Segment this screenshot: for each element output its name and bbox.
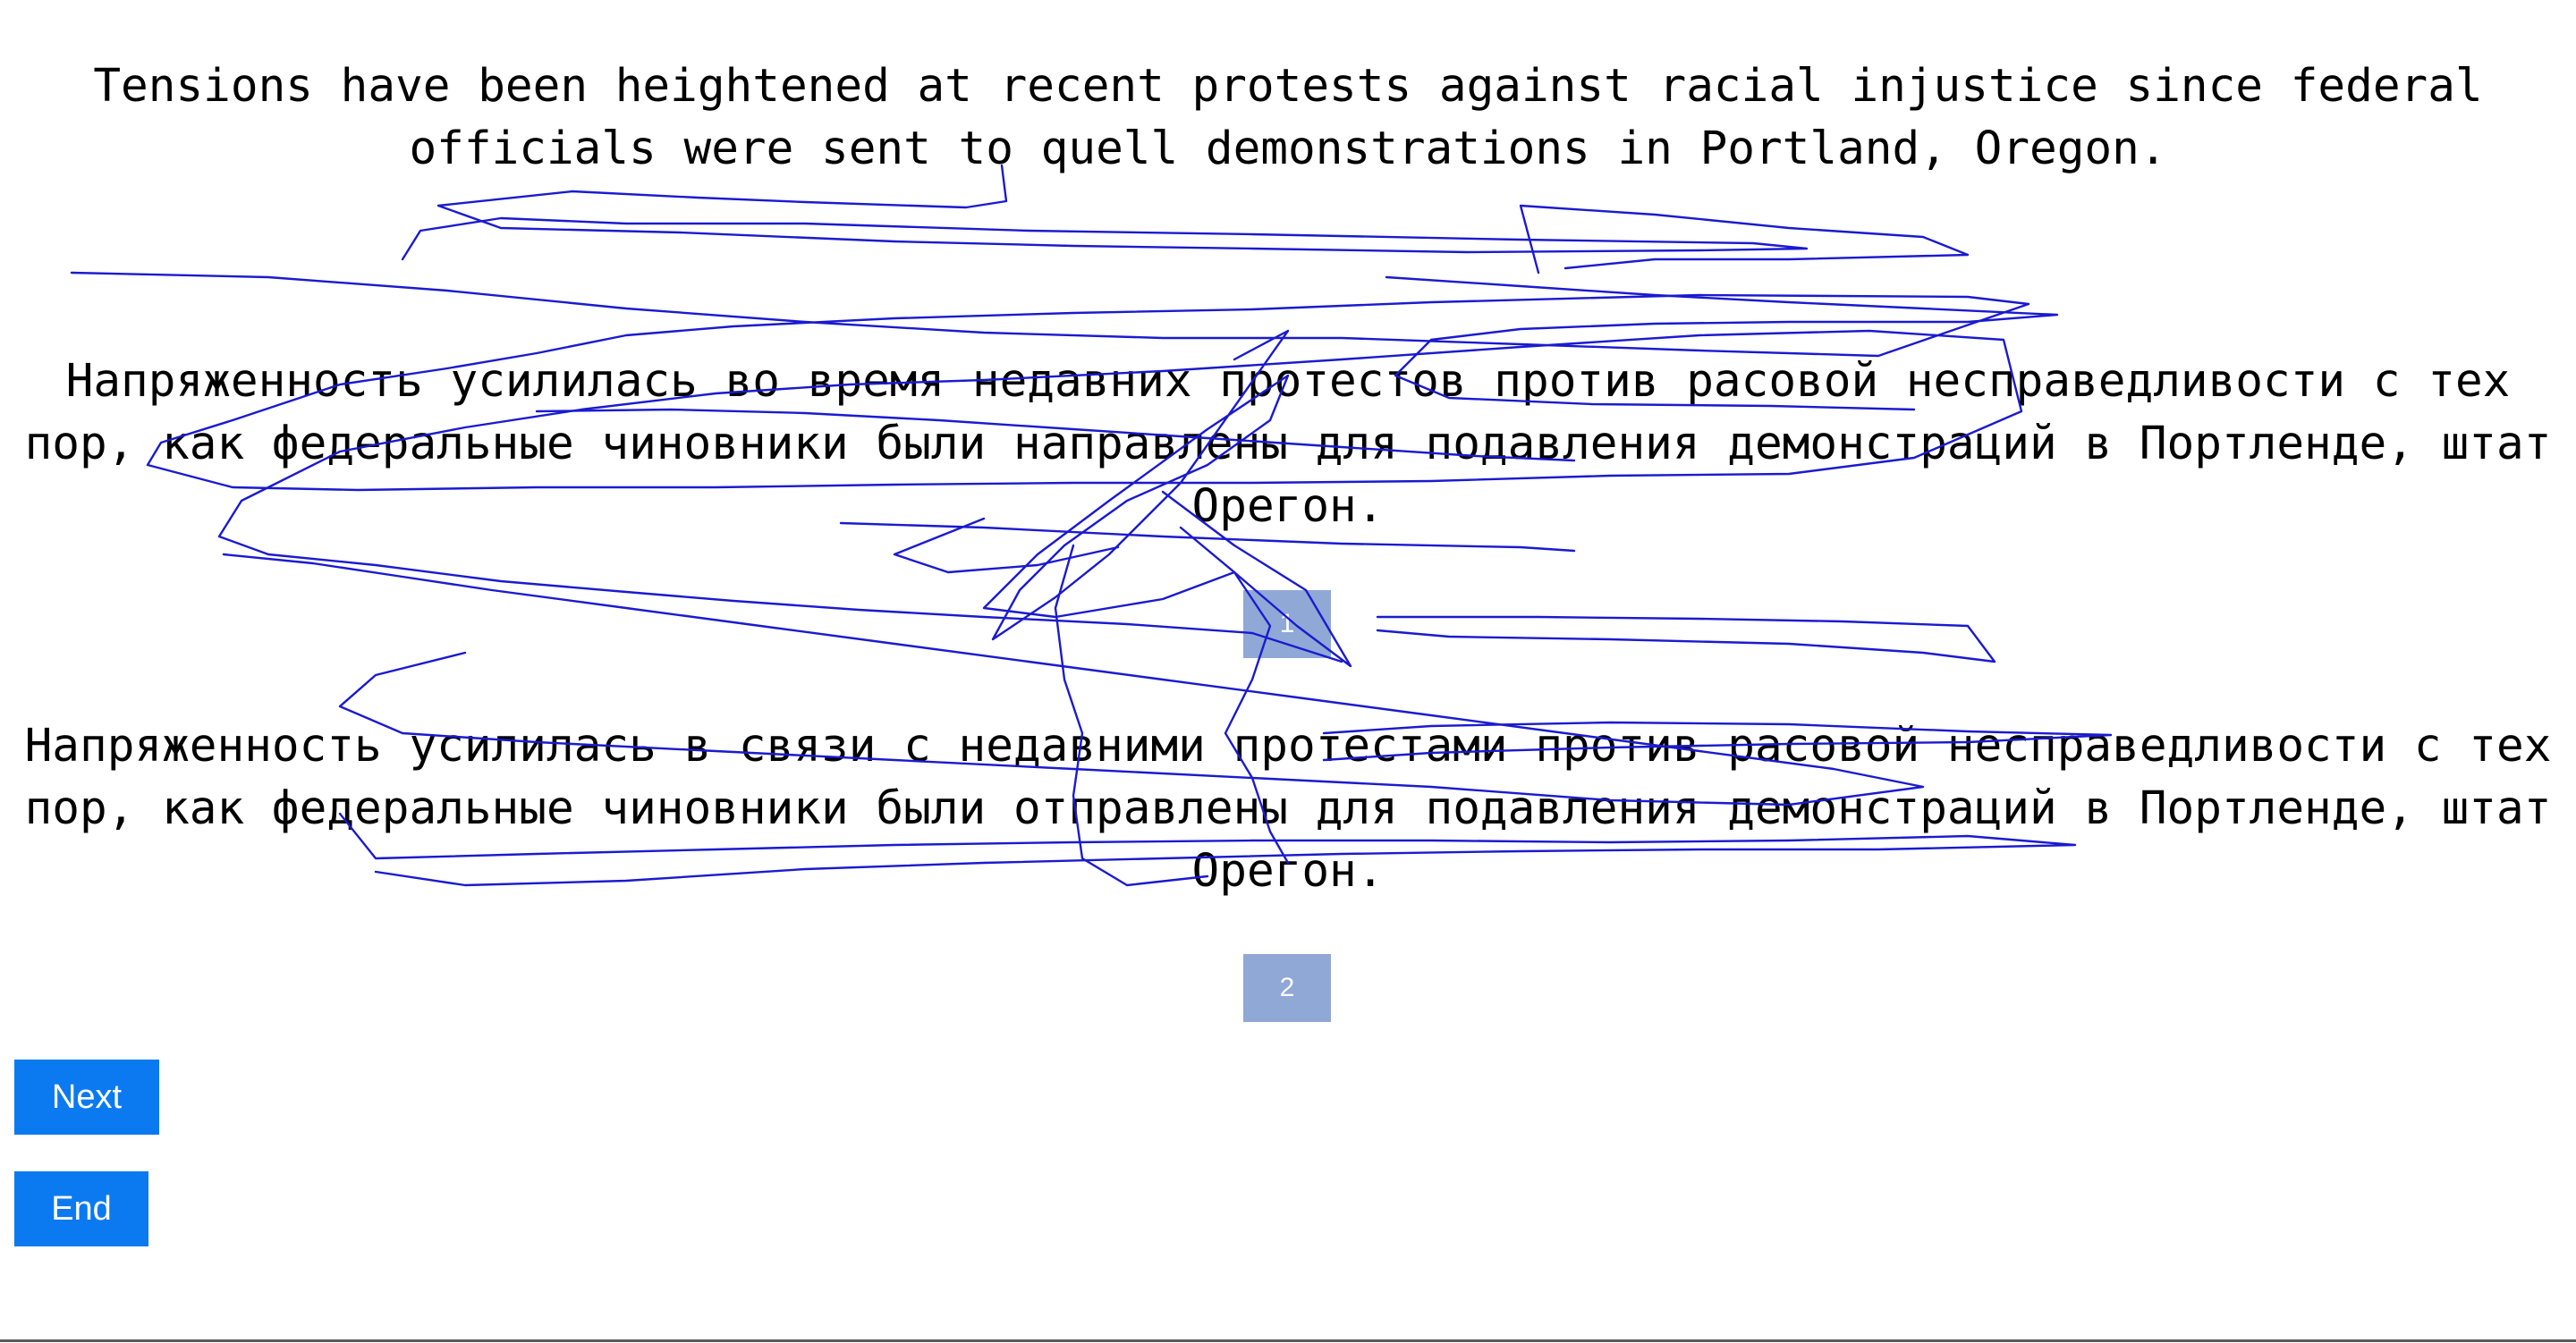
end-button[interactable]: End	[14, 1171, 148, 1246]
translation-option-1-text: Напряженность усилилась во время недавни…	[24, 355, 2552, 533]
translation-option-2-text: Напряженность усилилась в связи с недавн…	[24, 720, 2552, 898]
mouse-trace-scribble	[70, 164, 2113, 887]
bottom-divider	[0, 1339, 2576, 1342]
source-sentence: Tensions have been heightened at recent …	[93, 60, 2483, 175]
choice-1-button[interactable]: 1	[1243, 590, 1331, 658]
choice-2-button[interactable]: 2	[1243, 954, 1331, 1022]
next-button[interactable]: Next	[14, 1060, 159, 1135]
